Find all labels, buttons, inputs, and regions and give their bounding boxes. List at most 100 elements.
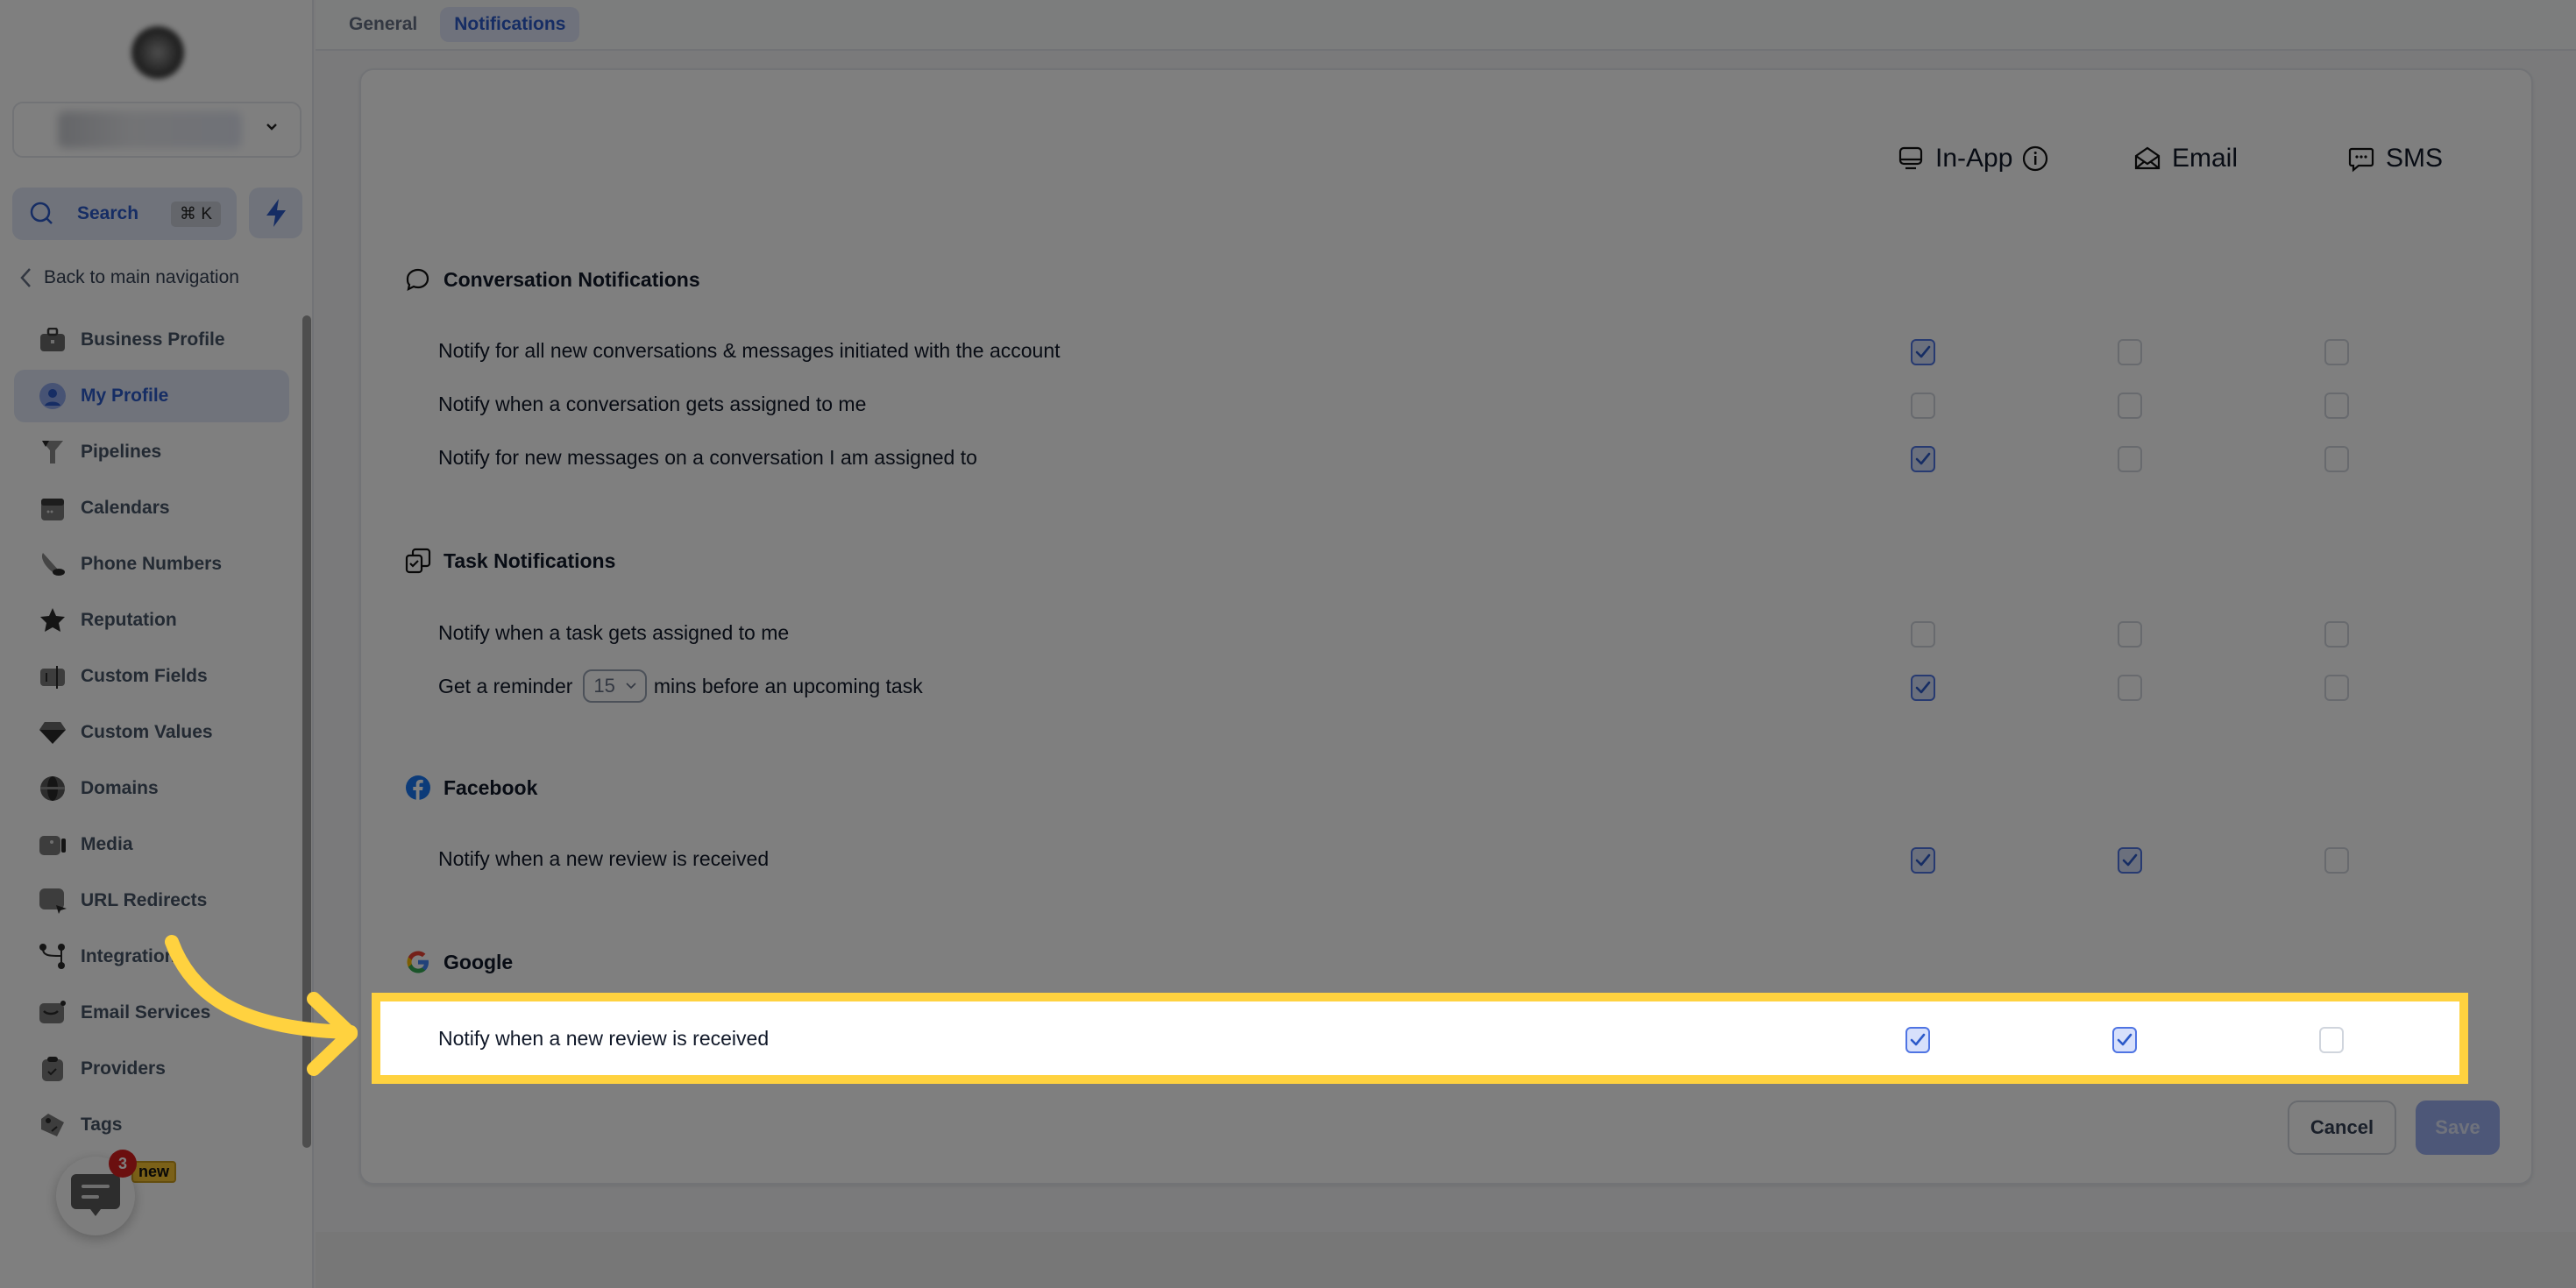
sidebar-item-business-profile[interactable]: Business Profile <box>14 314 289 366</box>
row-label: Notify when a task gets assigned to me <box>438 620 790 644</box>
tasks-icon <box>405 548 431 574</box>
search-button[interactable]: Search ⌘ K <box>12 188 237 240</box>
sidebar-item-calendars[interactable]: Calendars <box>14 482 289 534</box>
checkbox-email[interactable] <box>2118 339 2142 365</box>
calendar-icon <box>39 494 67 522</box>
globe-icon <box>39 775 67 803</box>
sidebar-item-media[interactable]: Media <box>14 818 289 871</box>
chat-dots-icon <box>2348 147 2374 173</box>
notification-row: Notify for new messages on a conversatio… <box>438 440 2472 475</box>
sidebar-item-my-profile[interactable]: My Profile <box>14 370 289 422</box>
checkbox-in-app[interactable] <box>1911 675 1935 701</box>
company-logo <box>130 25 186 81</box>
row-label: Get a reminder 15 mins before an upcomin… <box>438 669 923 703</box>
checkbox-email[interactable] <box>2118 621 2142 648</box>
sidebar-item-domains[interactable]: Domains <box>14 762 289 815</box>
checkmark-icon <box>1915 681 1931 694</box>
checkbox-in-app[interactable] <box>1911 446 1935 472</box>
info-icon[interactable] <box>2021 145 2049 173</box>
reminder-minutes-select[interactable]: 15 <box>583 669 647 703</box>
notification-row: Notify when a conversation gets assigned… <box>438 386 2472 421</box>
section-title-text: Task Notifications <box>444 548 616 572</box>
checkbox-sms[interactable] <box>2324 675 2349 701</box>
row-label: Notify when a new review is received <box>438 846 770 870</box>
nav-label: Custom Fields <box>81 666 208 686</box>
text-field-icon <box>39 662 67 690</box>
account-switcher[interactable] <box>12 102 302 158</box>
nav-label: Calendars <box>81 498 170 518</box>
sidebar-item-custom-fields[interactable]: Custom Fields <box>14 650 289 703</box>
checkbox-sms[interactable] <box>2324 621 2349 648</box>
quick-actions-button[interactable] <box>249 188 302 238</box>
sidebar-item-pipelines[interactable]: Pipelines <box>14 426 289 478</box>
checkbox-in-app[interactable] <box>1911 621 1935 648</box>
checkbox-in-app[interactable] <box>1911 393 1935 419</box>
nav-label: Pipelines <box>81 442 162 462</box>
channel-label: Email <box>2172 144 2239 173</box>
checkbox-in-app[interactable] <box>1911 339 1935 365</box>
notification-row: Notify when a task gets assigned to me <box>438 615 2472 650</box>
row-label: Notify for all new conversations & messa… <box>438 338 1061 362</box>
sidebar: Search ⌘ K Back to main navigation Busin… <box>0 0 314 1288</box>
nav-label: My Profile <box>81 386 169 406</box>
section-title-text: Conversation Notifications <box>444 267 700 291</box>
checkmark-icon <box>1915 345 1931 358</box>
nav-label: Reputation <box>81 610 177 630</box>
sidebar-item-reputation[interactable]: Reputation <box>14 594 289 647</box>
checkbox-in-app[interactable] <box>1905 1027 1930 1053</box>
google-icon <box>405 949 431 975</box>
settings-tabs: General Notifications <box>316 0 2576 51</box>
checkbox-sms[interactable] <box>2324 339 2349 365</box>
chat-unread-badge: 3 <box>109 1150 137 1178</box>
checkbox-sms[interactable] <box>2324 393 2349 419</box>
checkbox-email[interactable] <box>2118 446 2142 472</box>
checkmark-icon <box>2117 1033 2132 1046</box>
section-conversation-notifications: Conversation Notifications <box>405 266 700 293</box>
mail-icon <box>39 999 67 1027</box>
checkbox-sms[interactable] <box>2324 446 2349 472</box>
checkmark-icon <box>1915 452 1931 465</box>
funnel-icon <box>39 438 67 466</box>
checkbox-email[interactable] <box>2112 1027 2137 1053</box>
save-button[interactable]: Save <box>2416 1100 2500 1155</box>
checkbox-email[interactable] <box>2118 393 2142 419</box>
section-task-notifications: Task Notifications <box>405 548 615 574</box>
back-to-main-navigation-link[interactable]: Back to main navigation <box>18 266 239 289</box>
page-footer-area <box>316 1232 2576 1288</box>
checkmark-icon <box>1915 853 1931 867</box>
sidebar-item-tags[interactable]: Tags <box>14 1099 289 1151</box>
nav-label: Custom Values <box>81 722 213 742</box>
tab-general[interactable]: General <box>335 7 431 42</box>
diamond-icon <box>39 718 67 747</box>
user-circle-icon <box>39 382 67 410</box>
cancel-button[interactable]: Cancel <box>2288 1100 2396 1155</box>
nav-label: Business Profile <box>81 329 225 350</box>
notification-row: Notify for all new conversations & messa… <box>438 333 2472 368</box>
channel-header-in-app: In-App <box>1897 144 2049 173</box>
sidebar-item-phone-numbers[interactable]: Phone Numbers <box>14 538 289 591</box>
checkbox-email[interactable] <box>2118 675 2142 701</box>
notification-row: Notify when a new review is received <box>438 1021 2472 1056</box>
checkbox-sms[interactable] <box>2319 1027 2344 1053</box>
section-facebook: Facebook <box>405 775 537 801</box>
checkbox-email[interactable] <box>2118 847 2142 874</box>
reminder-minutes-value: 15 <box>593 675 615 697</box>
checkbox-sms[interactable] <box>2324 847 2349 874</box>
notification-row: Get a reminder 15 mins before an upcomin… <box>438 669 2472 704</box>
briefcase-icon <box>39 326 67 354</box>
nav-label: Phone Numbers <box>81 554 223 574</box>
search-shortcut: ⌘ K <box>171 201 221 227</box>
new-badge: new <box>131 1161 177 1183</box>
checkmark-icon <box>1910 1033 1926 1046</box>
channel-label: SMS <box>2386 144 2444 173</box>
chevron-left-icon <box>20 268 31 287</box>
row-label: Notify when a new review is received <box>438 1026 770 1050</box>
highlighted-google-review-row: Notify when a new review is received <box>372 993 2468 1084</box>
video-icon <box>39 831 67 859</box>
envelope-open-icon <box>2134 146 2161 170</box>
row-label: Notify for new messages on a conversatio… <box>438 445 977 469</box>
tab-notifications[interactable]: Notifications <box>440 7 580 42</box>
checkbox-in-app[interactable] <box>1911 847 1935 874</box>
sidebar-item-custom-values[interactable]: Custom Values <box>14 706 289 759</box>
nav-label: Tags <box>81 1115 123 1135</box>
